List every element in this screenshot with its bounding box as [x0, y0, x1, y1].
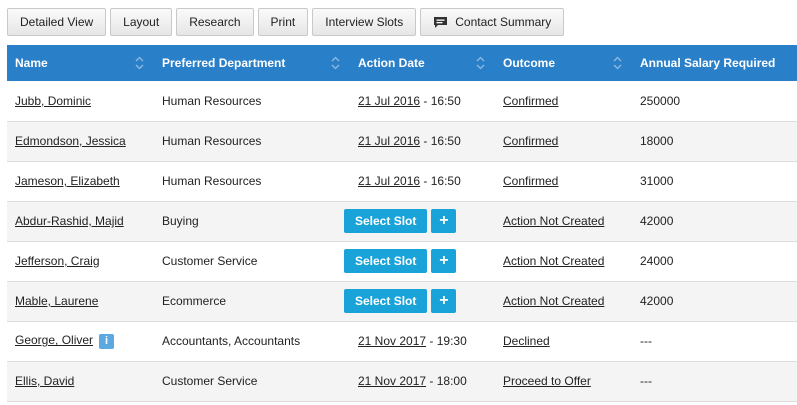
table-row: Abdur-Rashid, Majid Buying Select Slot +…: [7, 201, 797, 242]
slot-controls: Select Slot +: [344, 209, 495, 233]
sort-icon: [613, 56, 622, 70]
action-time: 16:50: [430, 134, 461, 148]
table-row: Jameson, Elizabeth Human Resources 21 Ju…: [7, 161, 797, 202]
candidate-table: Name Preferred Department Action Date Ou…: [7, 45, 797, 402]
print-button[interactable]: Print: [257, 8, 309, 36]
candidate-name-link[interactable]: Jameson, Elizabeth: [15, 174, 120, 188]
action-date-link[interactable]: 21 Jul 2016: [358, 94, 420, 108]
column-header-salary[interactable]: Annual Salary Required: [632, 45, 797, 81]
department-cell: Human Resources: [154, 161, 350, 202]
column-header-name[interactable]: Name: [7, 45, 154, 81]
department-cell: Accountants, Accountants: [154, 321, 350, 362]
column-header-outcome[interactable]: Outcome: [495, 45, 632, 81]
salary-cell: 24000: [632, 241, 797, 282]
outcome-link[interactable]: Confirmed: [503, 94, 558, 108]
action-time: 19:30: [436, 334, 467, 348]
candidate-name-link[interactable]: Jefferson, Craig: [15, 254, 100, 268]
action-date-link[interactable]: 21 Nov 2017: [358, 374, 426, 388]
action-date-cell: Select Slot +: [344, 281, 495, 322]
interview-slots-button[interactable]: Interview Slots: [312, 8, 417, 36]
add-slot-button[interactable]: +: [431, 289, 457, 313]
table-row: Mable, Laurene Ecommerce Select Slot + A…: [7, 281, 797, 322]
add-slot-button[interactable]: +: [431, 209, 457, 233]
candidate-name-link[interactable]: Ellis, David: [15, 374, 74, 388]
department-cell: Customer Service: [154, 241, 350, 282]
table-row: Ellis, David Customer Service 21 Nov 201…: [7, 361, 797, 402]
action-date-cell: 21 Jul 2016 - 16:50: [350, 161, 495, 202]
action-date-cell: Select Slot +: [344, 241, 495, 282]
salary-cell: 42000: [632, 201, 797, 242]
column-header-department[interactable]: Preferred Department: [154, 45, 350, 81]
candidate-name-link[interactable]: George, Oliver: [15, 333, 93, 347]
outcome-link[interactable]: Proceed to Offer: [503, 374, 591, 388]
department-cell: Human Resources: [154, 81, 350, 122]
add-slot-button[interactable]: +: [431, 249, 457, 273]
column-header-action-date[interactable]: Action Date: [350, 45, 495, 81]
action-date-cell: 21 Nov 2017 - 19:30: [350, 321, 495, 362]
research-button[interactable]: Research: [176, 8, 254, 36]
action-date-cell: 21 Jul 2016 - 16:50: [350, 81, 495, 122]
action-date-cell: 21 Jul 2016 - 16:50: [350, 121, 495, 162]
select-slot-button[interactable]: Select Slot: [344, 209, 428, 233]
salary-cell: 18000: [632, 121, 797, 162]
outcome-link[interactable]: Declined: [503, 334, 550, 348]
outcome-link[interactable]: Confirmed: [503, 174, 558, 188]
salary-cell: 42000: [632, 281, 797, 322]
table-row: George, Oliver i Accountants, Accountants…: [7, 321, 797, 362]
table-row: Jefferson, Craig Customer Service Select…: [7, 241, 797, 282]
action-date-link[interactable]: 21 Jul 2016: [358, 174, 420, 188]
department-cell: Customer Service: [154, 361, 350, 402]
layout-button[interactable]: Layout: [110, 8, 173, 36]
select-slot-button[interactable]: Select Slot: [344, 249, 428, 273]
candidate-name-link[interactable]: Edmondson, Jessica: [15, 134, 126, 148]
candidate-name-link[interactable]: Jubb, Dominic: [15, 94, 91, 108]
table-row: Edmondson, Jessica Human Resources 21 Ju…: [7, 121, 797, 162]
contact-summary-button[interactable]: Contact Summary: [420, 8, 565, 36]
salary-cell: 250000: [632, 81, 797, 122]
action-date-link[interactable]: 21 Nov 2017: [358, 334, 426, 348]
table-header-row: Name Preferred Department Action Date Ou…: [7, 45, 797, 81]
salary-cell: ---: [632, 361, 797, 402]
sort-icon: [331, 56, 340, 70]
action-date-link[interactable]: 21 Jul 2016: [358, 134, 420, 148]
info-icon[interactable]: i: [99, 333, 115, 349]
outcome-link[interactable]: Action Not Created: [503, 254, 604, 268]
candidate-name-link[interactable]: Abdur-Rashid, Majid: [15, 214, 124, 228]
candidate-name-link[interactable]: Mable, Laurene: [15, 294, 98, 308]
sort-icon: [476, 56, 485, 70]
action-date-cell: Select Slot +: [344, 201, 495, 242]
slot-controls: Select Slot +: [344, 289, 495, 313]
outcome-link[interactable]: Action Not Created: [503, 294, 604, 308]
sort-icon: [135, 56, 144, 70]
chat-icon: [434, 16, 448, 28]
contact-summary-label: Contact Summary: [455, 15, 552, 29]
department-cell: Ecommerce: [154, 281, 350, 322]
outcome-link[interactable]: Action Not Created: [503, 214, 604, 228]
salary-cell: ---: [632, 321, 797, 362]
table-row: Jubb, Dominic Human Resources 21 Jul 201…: [7, 81, 797, 122]
department-cell: Human Resources: [154, 121, 350, 162]
department-cell: Buying: [154, 201, 350, 242]
outcome-link[interactable]: Confirmed: [503, 134, 558, 148]
slot-controls: Select Slot +: [344, 249, 495, 273]
action-date-cell: 21 Nov 2017 - 18:00: [350, 361, 495, 402]
toolbar: Detailed View Layout Research Print Inte…: [7, 8, 565, 36]
action-time: 16:50: [430, 174, 461, 188]
action-time: 16:50: [430, 93, 461, 108]
select-slot-button[interactable]: Select Slot: [344, 289, 428, 313]
salary-cell: 31000: [632, 161, 797, 202]
action-time: 18:00: [436, 374, 467, 388]
detailed-view-button[interactable]: Detailed View: [7, 8, 107, 36]
